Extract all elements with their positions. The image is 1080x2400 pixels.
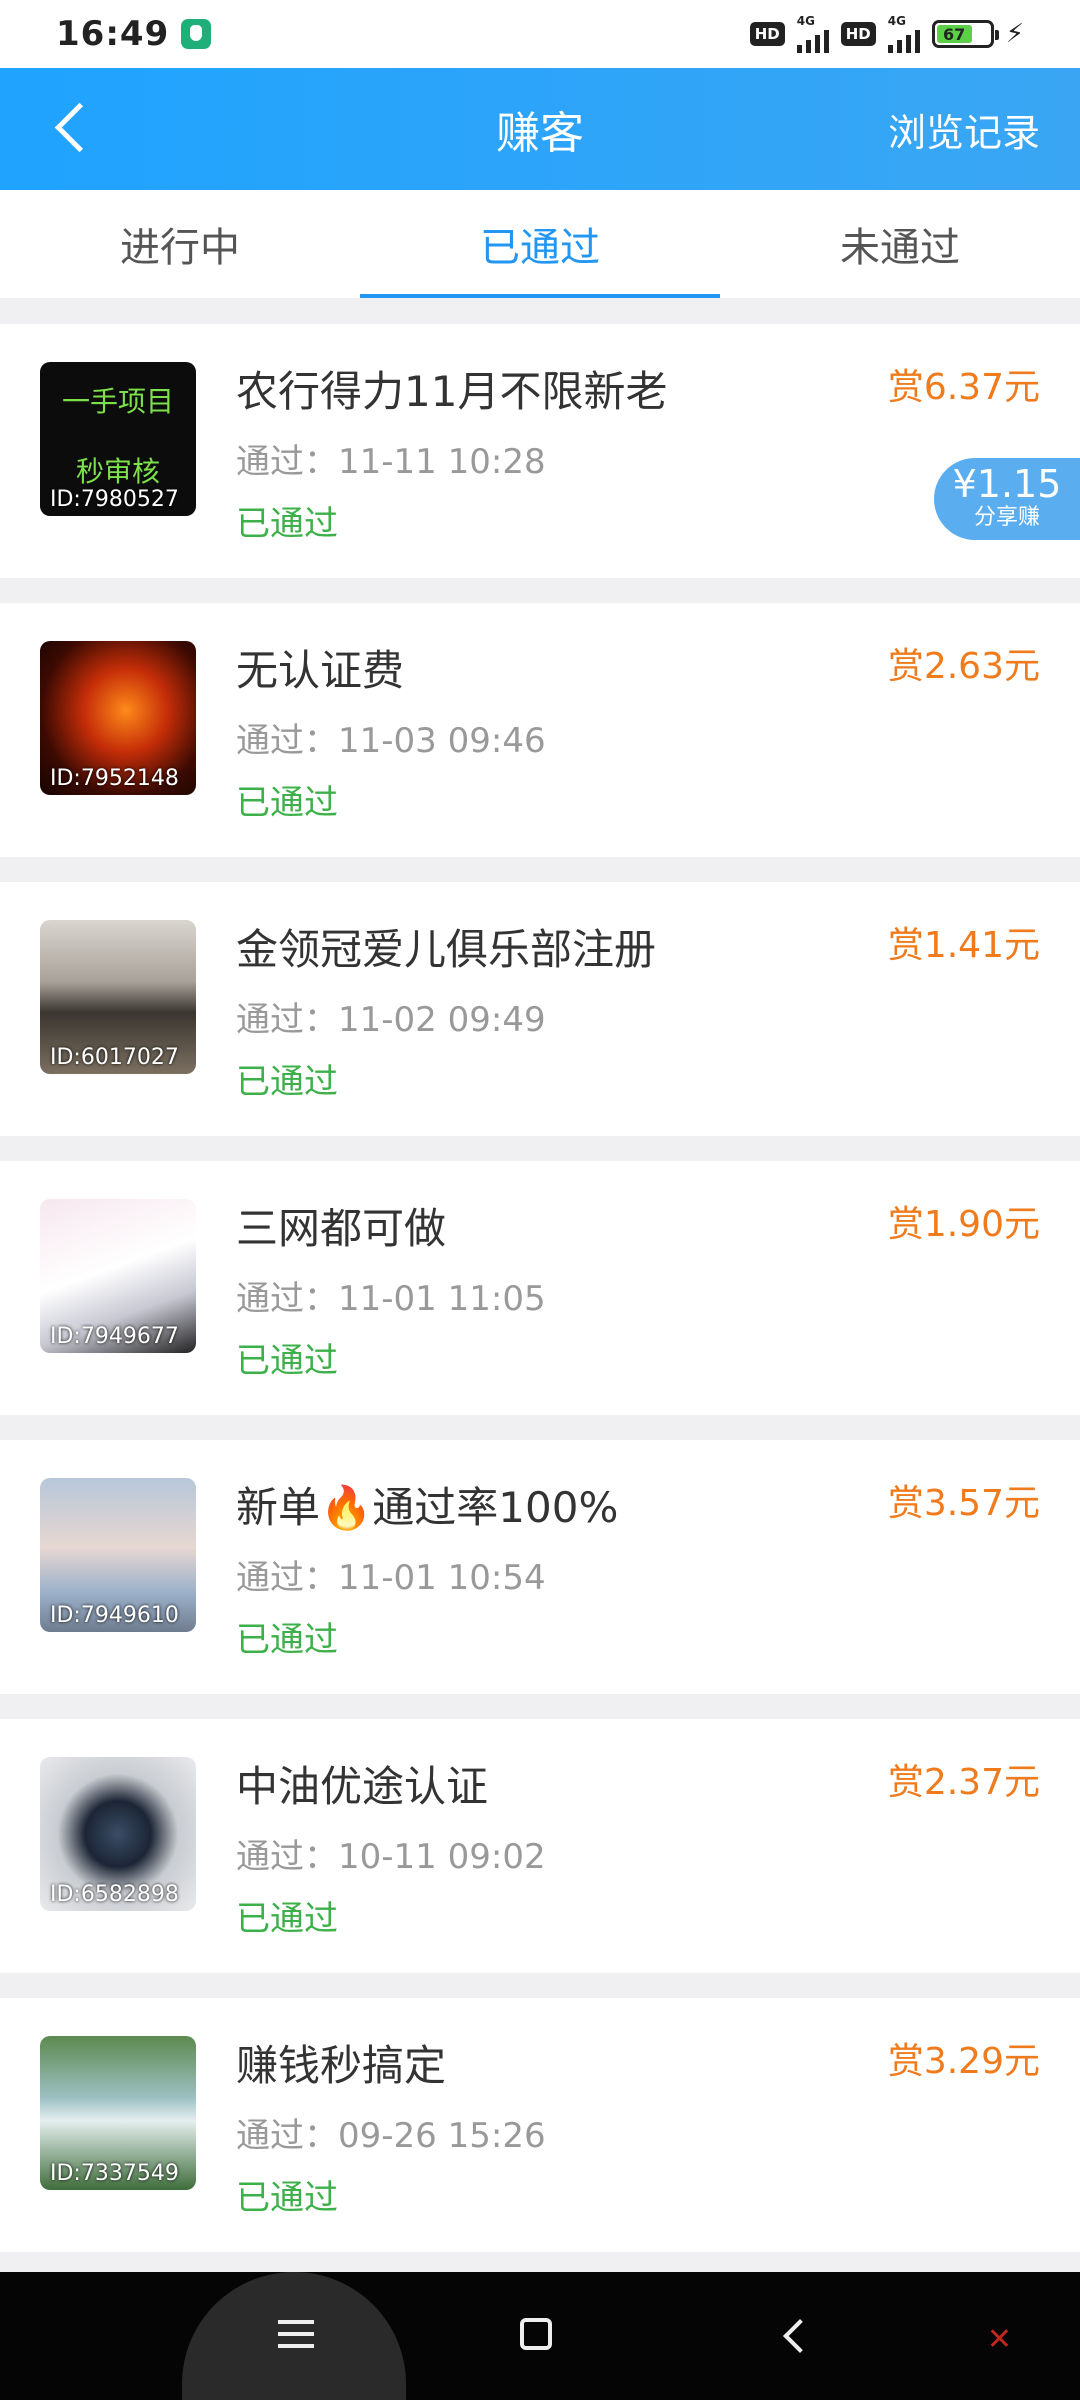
task-approved-time: 通过：11-02 09:49 (236, 1000, 546, 1040)
task-thumbnail: ID:7949677 (40, 1199, 196, 1353)
page-title: 赚客 (496, 108, 584, 159)
watermark-mark-icon: ✕ (986, 2322, 1012, 2357)
task-status: 已通过 (236, 1899, 338, 1939)
shield-icon (181, 19, 212, 49)
task-reward: 赏3.57元 (887, 1483, 1040, 1524)
task-status: 已通过 (236, 1620, 338, 1660)
watermark-logo: ✕ (987, 2322, 1020, 2357)
task-card[interactable]: ID:7952148 无认证费 通过：11-03 09:46 已通过 赏2.63… (0, 603, 1080, 857)
browse-history-link[interactable]: 浏览记录 (888, 102, 1040, 157)
battery-level: 67 (936, 25, 972, 44)
task-card[interactable]: 一手项目 秒审核 ID:7980527 农行得力11月不限新老 通过：11-11… (0, 324, 1080, 578)
task-id: ID:7949610 (50, 1603, 179, 1628)
task-card[interactable]: ID:6017027 金领冠爱儿俱乐部注册 通过：11-02 09:49 已通过… (0, 882, 1080, 1136)
task-status: 已通过 (236, 1062, 338, 1102)
task-reward: 赏2.63元 (887, 646, 1040, 687)
task-approved-time: 通过：09-26 15:26 (236, 2116, 546, 2156)
task-card[interactable]: ID:6582898 中油优途认证 通过：10-11 09:02 已通过 赏2.… (0, 1719, 1080, 1973)
task-title: 中油优途认证 (236, 1762, 489, 1811)
signal-icon: 4G (796, 14, 829, 53)
status-indicators: HD 4G HD 4G 67 ⚡ (749, 14, 1024, 53)
system-nav-bar: ✕ (0, 2272, 1080, 2400)
status-tabs: 进行中 已通过 未通过 (0, 190, 1080, 298)
share-amount: ¥1.15 (952, 462, 1062, 506)
task-thumbnail: ID:6582898 (40, 1757, 196, 1911)
hd-badge: HD (749, 22, 785, 46)
signal-icon: 4G (887, 14, 920, 53)
share-label: 分享赚 (973, 505, 1040, 530)
network-type-label: 4G (796, 14, 815, 28)
tab-rejected[interactable]: 未通过 (720, 190, 1080, 298)
thumb-text-line1: 一手项目 (61, 385, 174, 418)
task-approved-time: 通过：11-01 10:54 (236, 1558, 546, 1598)
task-approved-time: 通过：11-11 10:28 (236, 442, 546, 482)
task-status: 已通过 (236, 504, 338, 544)
status-bar: 16:49 HD 4G HD 4G 67 ⚡ (0, 0, 1080, 68)
task-thumbnail: ID:6017027 (40, 920, 196, 1074)
task-title: 农行得力11月不限新老 (236, 367, 668, 416)
back-chevron-icon[interactable] (44, 98, 104, 158)
task-id: ID:7949677 (50, 1324, 179, 1349)
task-card[interactable]: ID:7337549 赚钱秒搞定 通过：09-26 15:26 已通过 赏3.2… (0, 1998, 1080, 2252)
hd-badge: HD (840, 22, 876, 46)
status-time: 16:49 (56, 14, 170, 54)
task-reward: 赏1.41元 (887, 925, 1040, 966)
task-id: ID:7980527 (50, 487, 179, 512)
task-id: ID:7952148 (50, 766, 179, 791)
task-title: 赚钱秒搞定 (236, 2041, 447, 2090)
share-earn-button[interactable]: ¥1.15 分享赚 (934, 458, 1080, 540)
battery-icon: 67 (931, 20, 999, 48)
thumb-text-line2: 秒审核 (75, 455, 160, 488)
tab-approved[interactable]: 已通过 (360, 190, 720, 298)
task-card[interactable]: ID:7949677 三网都可做 通过：11-01 11:05 已通过 赏1.9… (0, 1161, 1080, 1415)
task-thumbnail: ID:7949610 (40, 1478, 196, 1632)
task-card[interactable]: ID:7949610 新单🔥通过率100% 通过：11-01 10:54 已通过… (0, 1440, 1080, 1694)
app-header: 赚客 浏览记录 (0, 68, 1080, 190)
task-approved-time: 通过：11-03 09:46 (236, 721, 546, 761)
task-thumbnail: 一手项目 秒审核 ID:7980527 (40, 362, 196, 516)
task-status: 已通过 (236, 2178, 338, 2218)
task-status: 已通过 (236, 783, 338, 823)
bolt-icon: ⚡ (1005, 19, 1024, 49)
task-reward: 赏3.29元 (887, 2041, 1040, 2082)
task-title: 金领冠爱儿俱乐部注册 (236, 925, 657, 974)
task-id: ID:7337549 (50, 2161, 179, 2186)
task-approved-time: 通过：11-01 11:05 (236, 1279, 546, 1319)
task-title: 新单🔥通过率100% (236, 1483, 619, 1532)
task-reward: 赏2.37元 (887, 1762, 1040, 1803)
task-thumbnail: ID:7952148 (40, 641, 196, 795)
task-title: 无认证费 (236, 646, 405, 695)
task-approved-time: 通过：10-11 09:02 (236, 1837, 546, 1877)
task-id: ID:6017027 (50, 1045, 179, 1070)
home-icon[interactable] (520, 2318, 552, 2350)
task-reward: 赏6.37元 (887, 367, 1040, 408)
task-title: 三网都可做 (236, 1204, 447, 1253)
task-thumbnail: ID:7337549 (40, 2036, 196, 2190)
task-list: 一手项目 秒审核 ID:7980527 农行得力11月不限新老 通过：11-11… (0, 324, 1080, 2277)
back-icon[interactable] (778, 2320, 808, 2350)
tab-in-progress[interactable]: 进行中 (0, 190, 360, 298)
menu-icon[interactable] (278, 2320, 314, 2352)
task-reward: 赏1.90元 (887, 1204, 1040, 1245)
task-status: 已通过 (236, 1341, 338, 1381)
network-type-label: 4G (887, 14, 906, 28)
task-id: ID:6582898 (50, 1882, 179, 1907)
